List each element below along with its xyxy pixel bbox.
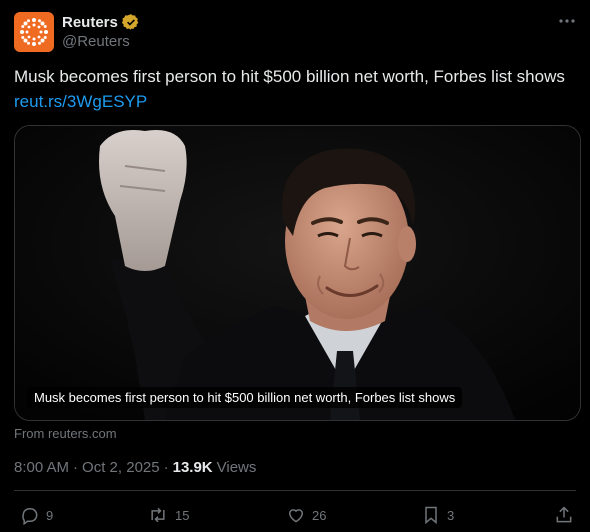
views-label: Views bbox=[216, 459, 257, 476]
verified-badge-icon bbox=[121, 14, 139, 30]
handle[interactable]: @Reuters bbox=[62, 33, 140, 50]
action-bar: 9 15 26 3 bbox=[14, 505, 576, 529]
media-caption: Musk becomes first person to hit $500 bi… bbox=[27, 387, 463, 408]
like-button[interactable]: 26 bbox=[286, 505, 326, 525]
share-icon bbox=[556, 506, 572, 523]
repost-count: 15 bbox=[175, 507, 190, 523]
reply-button[interactable]: 9 bbox=[20, 505, 53, 525]
avatar[interactable] bbox=[14, 12, 54, 52]
meta-separator: · bbox=[163, 459, 169, 476]
link-source[interactable]: From reuters.com bbox=[14, 426, 117, 441]
timestamp-date[interactable]: Oct 2, 2025 bbox=[82, 459, 160, 476]
reply-icon bbox=[22, 508, 38, 525]
repost-icon bbox=[151, 507, 165, 523]
bookmark-icon bbox=[425, 506, 437, 525]
more-options-icon[interactable] bbox=[558, 12, 576, 30]
tweet-link[interactable]: reut.rs/3WgESYP bbox=[14, 92, 147, 111]
repost-button[interactable]: 15 bbox=[147, 505, 189, 525]
media-card[interactable]: Musk becomes first person to hit $500 bi… bbox=[14, 125, 581, 421]
meta-separator: · bbox=[73, 459, 79, 476]
reuters-logo-icon bbox=[20, 18, 48, 46]
tweet-meta: 8:00 AM · Oct 2, 2025 · 13.9K Views bbox=[14, 459, 256, 476]
timestamp-time[interactable]: 8:00 AM bbox=[14, 459, 69, 476]
heart-icon bbox=[288, 509, 304, 523]
tweet-body: Musk becomes first person to hit $500 bi… bbox=[14, 67, 565, 86]
share-button[interactable] bbox=[554, 505, 574, 525]
display-name[interactable]: Reuters bbox=[62, 14, 118, 31]
like-count: 26 bbox=[312, 507, 327, 523]
tweet-header: Reuters @Reuters bbox=[14, 12, 140, 52]
divider bbox=[14, 490, 576, 491]
article-photo bbox=[15, 126, 580, 420]
tweet-text: Musk becomes first person to hit $500 bi… bbox=[14, 64, 574, 114]
bookmark-button[interactable]: 3 bbox=[421, 505, 454, 525]
bookmark-count: 3 bbox=[447, 507, 455, 523]
reply-count: 9 bbox=[46, 507, 54, 523]
views-count: 13.9K bbox=[172, 459, 213, 476]
